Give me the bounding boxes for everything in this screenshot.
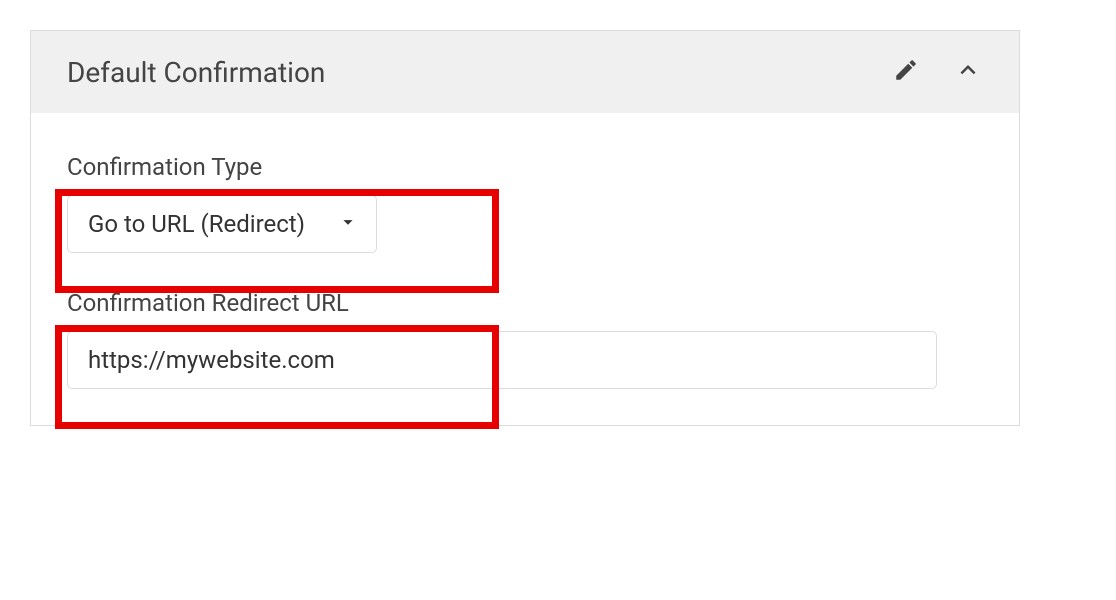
panel-body: Confirmation Type Go to URL (Redirect) C… bbox=[31, 113, 1019, 425]
confirmation-type-select[interactable]: Go to URL (Redirect) bbox=[67, 195, 377, 253]
confirmation-type-select-wrap: Go to URL (Redirect) bbox=[67, 195, 377, 253]
pencil-icon bbox=[893, 57, 919, 87]
panel-title: Default Confirmation bbox=[67, 56, 325, 89]
collapse-button[interactable] bbox=[953, 55, 983, 89]
panel-actions bbox=[893, 55, 983, 89]
confirmation-panel: Default Confirmation Confirmation Typ bbox=[30, 30, 1020, 426]
redirect-url-label: Confirmation Redirect URL bbox=[67, 289, 983, 317]
edit-button[interactable] bbox=[893, 57, 919, 87]
panel-header: Default Confirmation bbox=[31, 31, 1019, 113]
confirmation-type-label: Confirmation Type bbox=[67, 153, 983, 181]
redirect-url-group: Confirmation Redirect URL bbox=[67, 289, 983, 389]
chevron-up-icon bbox=[953, 55, 983, 89]
redirect-url-input[interactable] bbox=[67, 331, 937, 389]
confirmation-type-group: Confirmation Type Go to URL (Redirect) bbox=[67, 153, 983, 253]
confirmation-type-value: Go to URL (Redirect) bbox=[88, 210, 305, 238]
